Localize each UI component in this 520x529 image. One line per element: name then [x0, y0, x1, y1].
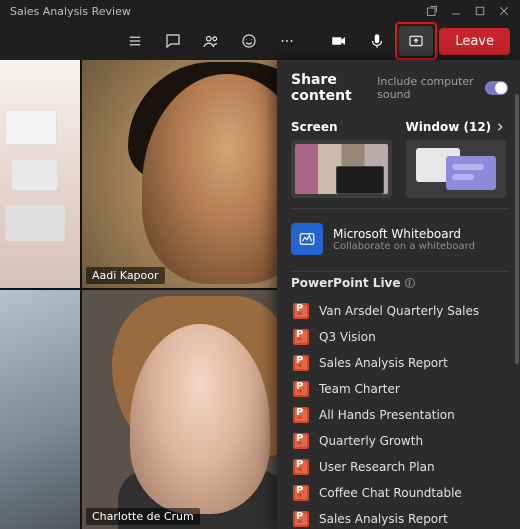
chat-icon[interactable] [157, 26, 189, 56]
file-name: Team Charter [319, 382, 400, 396]
file-name: User Research Plan [319, 460, 435, 474]
powerpoint-file[interactable]: Team Charter [291, 376, 516, 402]
close-icon[interactable] [492, 0, 516, 22]
share-button[interactable] [399, 26, 433, 56]
chevron-right-icon [495, 122, 505, 132]
file-name: Coffee Chat Roundtable [319, 486, 462, 500]
whiteboard-title: Microsoft Whiteboard [333, 227, 475, 241]
file-name: Sales Analysis Report [319, 356, 448, 370]
file-name: Sales Analysis Report [319, 512, 448, 526]
reactions-icon[interactable] [233, 26, 265, 56]
powerpoint-icon [293, 407, 309, 423]
powerpoint-file[interactable]: Sales Analysis Report [291, 350, 516, 376]
leave-button[interactable]: Leave [439, 28, 510, 55]
meeting-toolbar: Leave [0, 22, 520, 60]
include-sound-toggle[interactable] [485, 81, 508, 95]
whiteboard-icon [291, 223, 323, 255]
powerpoint-file-list: Van Arsdel Quarterly Sales Q3 Vision Sal… [291, 298, 516, 529]
share-window-thumbnail[interactable] [406, 140, 507, 198]
powerpoint-icon [293, 433, 309, 449]
powerpoint-file[interactable]: Coffee Chat Roundtable [291, 480, 516, 506]
powerpoint-live-heading: PowerPoint Live [291, 276, 401, 290]
meeting-content: Aadi Kapoor Charlotte de Crum Share cont… [0, 60, 520, 529]
file-name: Quarterly Growth [319, 434, 423, 448]
powerpoint-icon [293, 485, 309, 501]
powerpoint-file[interactable]: Quarterly Growth [291, 428, 516, 454]
powerpoint-icon [293, 329, 309, 345]
share-panel: Share content Include computer sound Scr… [277, 60, 520, 529]
powerpoint-icon [293, 459, 309, 475]
window-section-label[interactable]: Window (12) [406, 120, 507, 134]
powerpoint-file[interactable]: Q3 Vision [291, 324, 516, 350]
whiteboard-option[interactable]: Microsoft Whiteboard Collaborate on a wh… [291, 223, 516, 255]
powerpoint-icon [293, 303, 309, 319]
camera-icon[interactable] [323, 26, 355, 56]
share-screen-thumbnail[interactable] [291, 140, 392, 198]
maximize-icon[interactable] [468, 0, 492, 22]
powerpoint-file[interactable]: Sales Analysis Report [291, 506, 516, 529]
mic-icon[interactable] [361, 26, 393, 56]
people-icon[interactable] [195, 26, 227, 56]
file-name: Van Arsdel Quarterly Sales [319, 304, 479, 318]
share-panel-title: Share content [291, 72, 377, 104]
panel-scrollbar[interactable] [515, 94, 519, 364]
more-icon[interactable] [271, 26, 303, 56]
minimize-icon[interactable] [444, 0, 468, 22]
video-tile-left-top[interactable] [0, 60, 80, 288]
powerpoint-file[interactable]: All Hands Presentation [291, 402, 516, 428]
participant-name-tag: Aadi Kapoor [86, 267, 165, 284]
file-name: Q3 Vision [319, 330, 376, 344]
tutorial-highlight [395, 22, 437, 60]
include-sound-label: Include computer sound [377, 75, 479, 101]
leave-label: Leave [455, 34, 494, 49]
screen-section-label: Screen [291, 120, 392, 134]
chat-list-icon[interactable] [119, 26, 151, 56]
titlebar: Sales Analysis Review [0, 0, 520, 22]
powerpoint-file[interactable]: User Research Plan [291, 454, 516, 480]
file-name: All Hands Presentation [319, 408, 455, 422]
info-icon[interactable]: i [405, 278, 415, 288]
window-section-text: Window (12) [406, 120, 492, 134]
participant-name-tag: Charlotte de Crum [86, 508, 200, 525]
powerpoint-icon [293, 355, 309, 371]
popout-icon[interactable] [420, 0, 444, 22]
powerpoint-icon [293, 381, 309, 397]
whiteboard-subtitle: Collaborate on a whiteboard [333, 241, 475, 252]
powerpoint-file[interactable]: Van Arsdel Quarterly Sales [291, 298, 516, 324]
video-tile-left-bottom[interactable] [0, 290, 80, 529]
window-title: Sales Analysis Review [10, 5, 131, 18]
powerpoint-icon [293, 511, 309, 527]
